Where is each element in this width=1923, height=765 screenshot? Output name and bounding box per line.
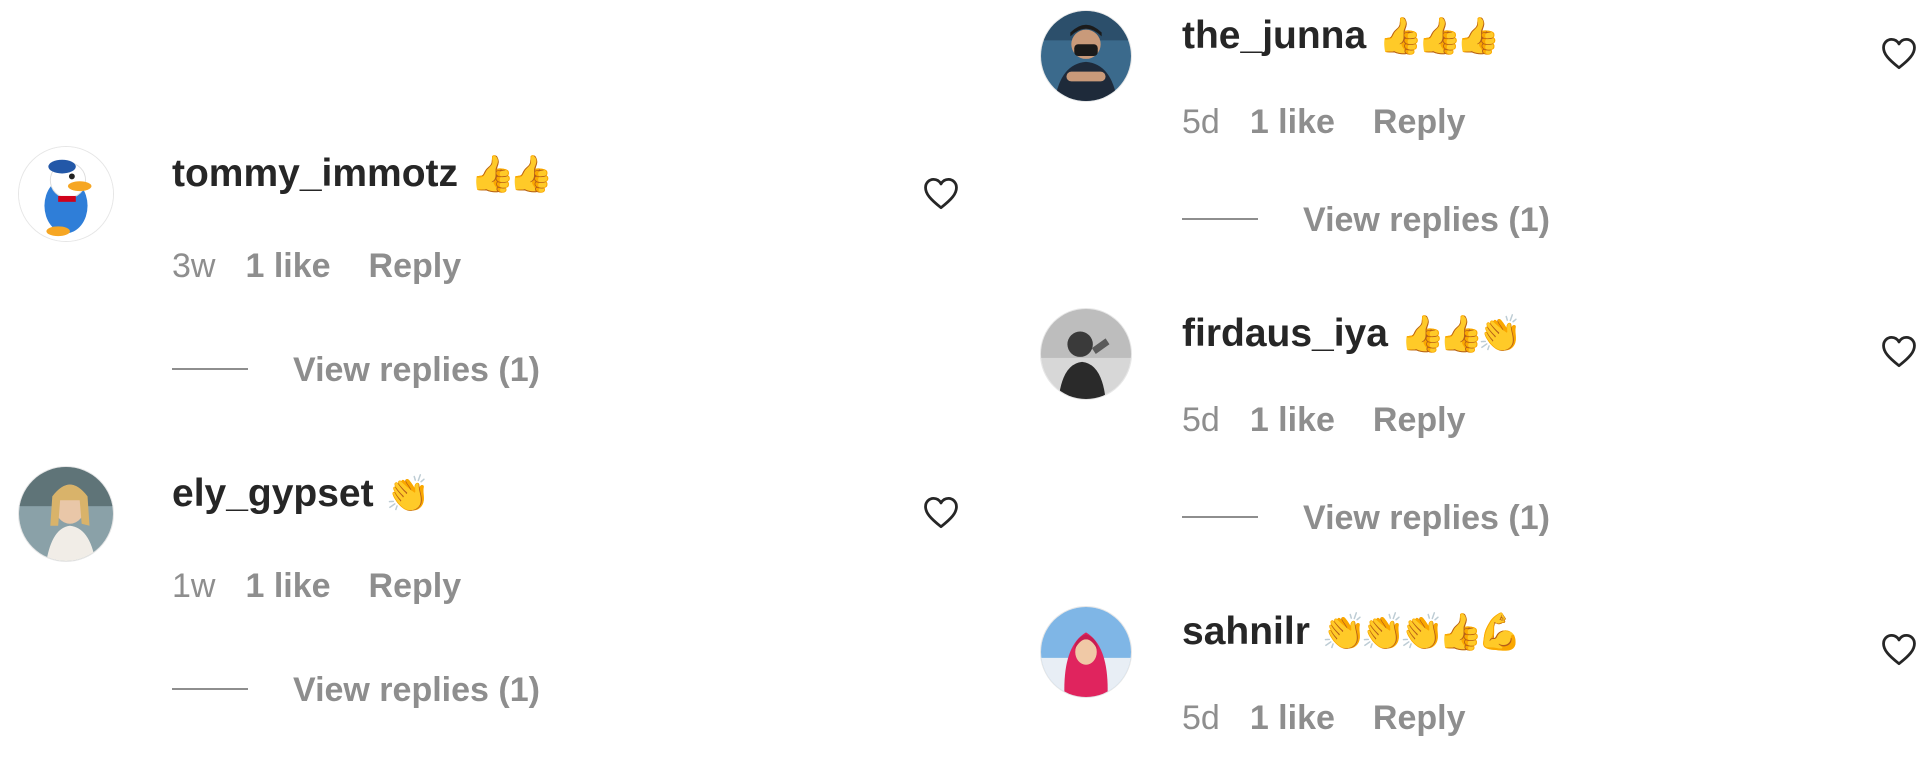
comment-likes-count[interactable]: 1 like (245, 567, 330, 605)
view-replies-label: View replies (1) (293, 671, 540, 709)
view-replies-button[interactable]: View replies (1) (1182, 498, 1550, 538)
reply-button[interactable]: Reply (1373, 103, 1466, 141)
heart-outline-icon[interactable] (922, 176, 960, 210)
comment-username[interactable]: the_junna (1182, 14, 1366, 57)
avatar[interactable] (18, 146, 114, 242)
avatar[interactable] (1040, 606, 1132, 698)
reply-button[interactable]: Reply (1373, 401, 1466, 439)
comment-likes-count[interactable]: 1 like (1250, 401, 1335, 439)
comment-text: 👏 (385, 474, 431, 515)
comment-likes-count[interactable]: 1 like (1250, 699, 1335, 737)
comment-text: 👍👍👏 (1399, 314, 1523, 355)
avatar[interactable] (1040, 308, 1132, 400)
comment-username[interactable]: sahnilr (1182, 610, 1310, 653)
view-replies-label: View replies (1) (1303, 499, 1550, 537)
view-replies-button[interactable]: View replies (1) (172, 350, 540, 390)
replies-divider-line (1182, 516, 1258, 519)
comment-meta: 5d 1 like Reply (1182, 102, 1504, 142)
comment-timestamp[interactable]: 5d (1182, 103, 1220, 141)
comment-text: 👍👍 (470, 154, 554, 195)
view-replies-label: View replies (1) (1303, 201, 1550, 239)
comment-text: 👏👏👏👍💪 (1321, 612, 1522, 653)
heart-outline-icon[interactable] (1880, 632, 1918, 666)
comment-meta: 1w 1 like Reply (172, 566, 499, 606)
replies-divider-line (1182, 218, 1258, 221)
replies-divider-line (172, 688, 248, 691)
comment-timestamp[interactable]: 5d (1182, 699, 1220, 737)
comment-author-line: ely_gypset 👏 (172, 472, 431, 517)
comment-likes-count[interactable]: 1 like (245, 247, 330, 285)
replies-divider-line (172, 368, 248, 371)
reply-button[interactable]: Reply (1373, 699, 1466, 737)
comment-meta: 5d 1 like Reply (1182, 400, 1504, 440)
comment-author-line: sahnilr 👏👏👏👍💪 (1182, 610, 1522, 655)
comment-text: 👍👍👍 (1378, 16, 1501, 57)
reply-button[interactable]: Reply (369, 247, 462, 285)
heart-outline-icon[interactable] (1880, 334, 1918, 368)
view-replies-button[interactable]: View replies (1) (1182, 200, 1550, 240)
view-replies-label: View replies (1) (293, 351, 540, 389)
comment-username[interactable]: firdaus_iya (1182, 312, 1388, 355)
reply-button[interactable]: Reply (369, 567, 462, 605)
heart-outline-icon[interactable] (922, 495, 960, 529)
comment-timestamp[interactable]: 5d (1182, 401, 1220, 439)
avatar[interactable] (18, 466, 114, 562)
comment-author-line: the_junna 👍👍👍 (1182, 14, 1501, 59)
avatar[interactable] (1040, 10, 1132, 102)
view-replies-button[interactable]: View replies (1) (172, 670, 540, 710)
comment-author-line: firdaus_iya 👍👍👏 (1182, 312, 1523, 357)
comment-meta: 5d 1 like Reply (1182, 698, 1504, 738)
comment-timestamp[interactable]: 3w (172, 247, 215, 285)
comment-username[interactable]: ely_gypset (172, 472, 374, 515)
comment-likes-count[interactable]: 1 like (1250, 103, 1335, 141)
comment-username[interactable]: tommy_immotz (172, 152, 458, 195)
comment-meta: 3w 1 like Reply (172, 246, 499, 286)
comment-author-line: tommy_immotz 👍👍 (172, 152, 554, 197)
heart-outline-icon[interactable] (1880, 36, 1918, 70)
comment-timestamp[interactable]: 1w (172, 567, 215, 605)
